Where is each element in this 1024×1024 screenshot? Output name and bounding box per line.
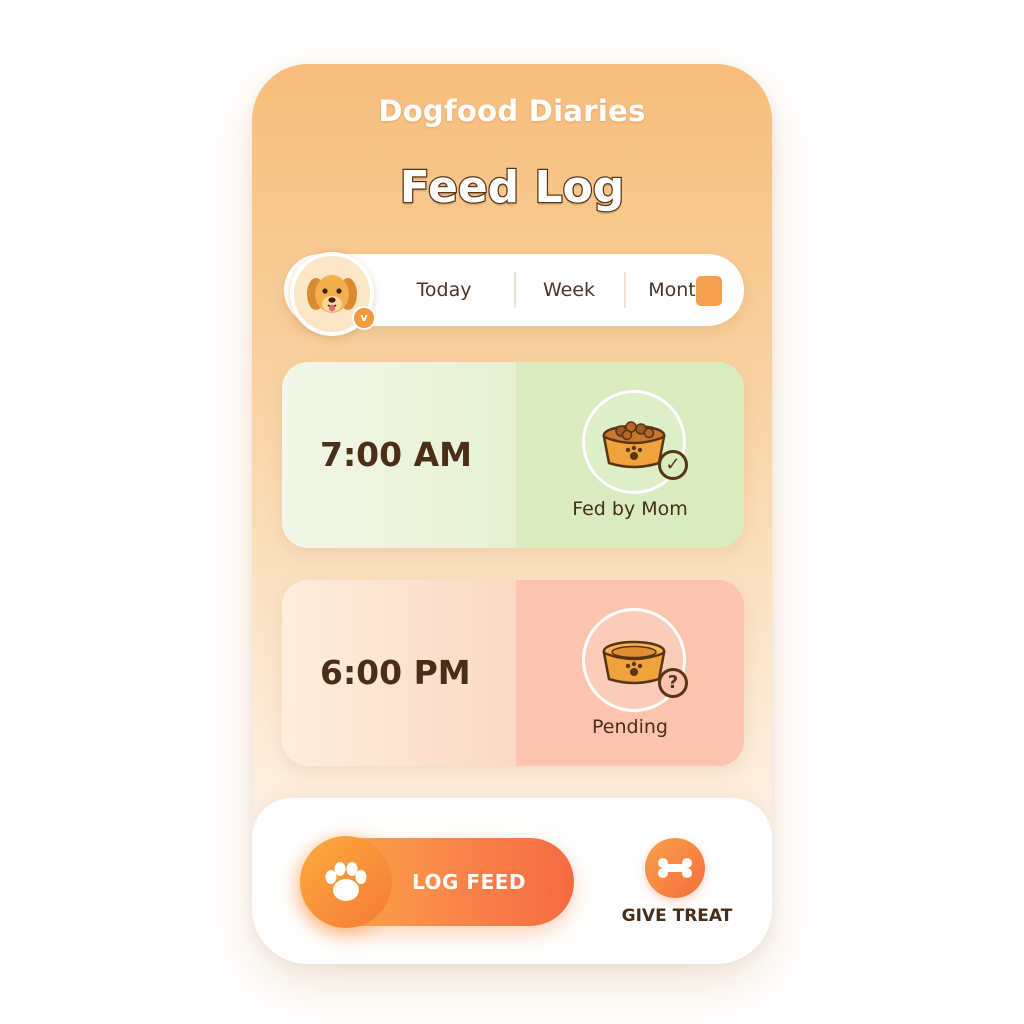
tab-today[interactable]: Today <box>384 254 504 326</box>
app-title: Dogfood Diaries <box>378 94 646 128</box>
feed-time-panel: 6:00 PM <box>282 580 516 766</box>
tab-selection-indicator <box>696 276 722 306</box>
feed-status: Pending <box>592 716 668 738</box>
feed-status: Fed by Mom <box>572 498 688 520</box>
period-tab-bar: v Today Week Month <box>284 252 744 336</box>
log-feed-button[interactable]: LOG FEED <box>300 836 574 928</box>
give-treat-label: GIVE TREAT <box>621 906 733 926</box>
paw-icon <box>300 836 392 928</box>
tab-week[interactable]: Week <box>514 254 624 326</box>
feed-entry-card[interactable]: 7:00 AM ✓ Fed by Mom <box>282 362 744 548</box>
bone-icon <box>645 838 705 898</box>
question-icon: ? <box>658 668 688 698</box>
feed-status-panel: ✓ Fed by Mom <box>516 362 744 548</box>
feed-status-panel: ? Pending <box>516 580 744 766</box>
feed-entry-card[interactable]: 6:00 PM ? Pending <box>282 580 744 766</box>
page-title: Feed Log <box>398 161 625 215</box>
dog-avatar[interactable]: v <box>290 252 376 336</box>
give-treat-button[interactable]: GIVE TREAT <box>612 834 742 934</box>
avatar-dropdown-badge[interactable]: v <box>352 306 376 330</box>
action-panel: LOG FEED GIVE TREAT <box>252 798 772 964</box>
feed-time-panel: 7:00 AM <box>282 362 516 548</box>
check-icon: ✓ <box>658 450 688 480</box>
app-screen: Dogfood Diaries Feed Log v Today Week Mo… <box>252 64 772 964</box>
feed-time: 7:00 AM <box>320 435 472 474</box>
tab-divider <box>624 272 626 308</box>
feed-time: 6:00 PM <box>320 653 471 692</box>
log-feed-label: LOG FEED <box>412 870 526 894</box>
